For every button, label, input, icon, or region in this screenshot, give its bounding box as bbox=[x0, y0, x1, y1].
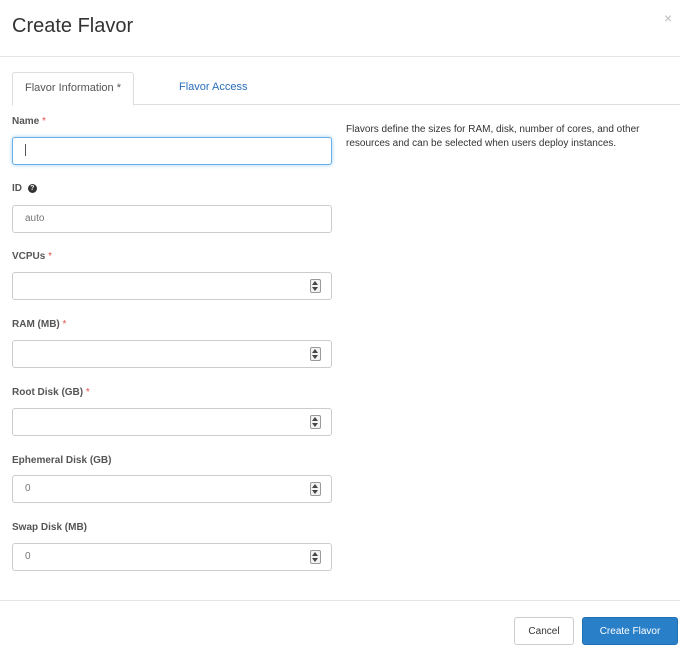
root-disk-input[interactable] bbox=[12, 408, 332, 436]
stepper-up-icon[interactable] bbox=[312, 281, 318, 285]
ephemeral-disk-input[interactable]: 0 bbox=[12, 475, 332, 503]
root-disk-required-mark: * bbox=[85, 387, 90, 398]
stepper-down-icon[interactable] bbox=[312, 355, 318, 359]
ephemeral-disk-label: Ephemeral Disk (GB) bbox=[12, 455, 111, 466]
help-icon[interactable]: ? bbox=[27, 183, 37, 193]
id-value: auto bbox=[25, 213, 45, 224]
text-cursor bbox=[25, 144, 26, 157]
root-disk-stepper[interactable] bbox=[310, 415, 321, 429]
ephemeral-disk-label-text: Ephemeral Disk (GB) bbox=[12, 455, 112, 466]
ram-stepper[interactable] bbox=[310, 347, 321, 361]
stepper-down-icon[interactable] bbox=[312, 287, 318, 291]
ephemeral-disk-stepper[interactable] bbox=[310, 482, 321, 496]
ram-label: RAM (MB) * bbox=[12, 319, 66, 330]
swap-disk-label: Swap Disk (MB) bbox=[12, 522, 87, 533]
stepper-down-icon[interactable] bbox=[312, 490, 318, 494]
vcpus-label: VCPUs * bbox=[12, 251, 52, 262]
ram-required-mark: * bbox=[62, 319, 67, 330]
ephemeral-disk-value: 0 bbox=[25, 483, 31, 494]
cancel-button[interactable]: Cancel bbox=[514, 617, 574, 645]
id-input[interactable]: auto bbox=[12, 205, 332, 233]
swap-disk-stepper[interactable] bbox=[310, 550, 321, 564]
vcpus-stepper[interactable] bbox=[310, 279, 321, 293]
vcpus-input[interactable] bbox=[12, 272, 332, 300]
name-input[interactable] bbox=[12, 137, 332, 165]
id-label-text: ID bbox=[12, 183, 22, 194]
root-disk-label: Root Disk (GB) * bbox=[12, 387, 90, 398]
name-label: Name * bbox=[12, 116, 46, 127]
swap-disk-value: 0 bbox=[25, 551, 31, 562]
tab-bar: Flavor Information * Flavor Access bbox=[12, 72, 680, 106]
tab-flavor-access[interactable]: Flavor Access bbox=[167, 72, 259, 103]
stepper-up-icon[interactable] bbox=[312, 349, 318, 353]
stepper-up-icon[interactable] bbox=[312, 417, 318, 421]
id-label: ID ? bbox=[12, 183, 37, 194]
tab-flavor-information[interactable]: Flavor Information * bbox=[12, 72, 134, 106]
root-disk-label-text: Root Disk (GB) bbox=[12, 387, 84, 398]
stepper-up-icon[interactable] bbox=[312, 484, 318, 488]
dialog-footer: Cancel Create Flavor bbox=[0, 600, 680, 647]
stepper-down-icon[interactable] bbox=[312, 423, 318, 427]
vcpus-label-text: VCPUs bbox=[12, 251, 46, 262]
name-required-mark: * bbox=[42, 116, 46, 127]
close-icon[interactable]: × bbox=[664, 10, 672, 26]
dialog-title: Create Flavor bbox=[12, 15, 134, 37]
stepper-up-icon[interactable] bbox=[312, 552, 318, 556]
stepper-down-icon[interactable] bbox=[312, 558, 318, 562]
help-text: Flavors define the sizes for RAM, disk, … bbox=[346, 124, 640, 149]
create-flavor-dialog: Create Flavor × Flavor Information * Fla… bbox=[0, 0, 680, 646]
dialog-header: Create Flavor × bbox=[0, 0, 680, 57]
swap-disk-label-text: Swap Disk (MB) bbox=[12, 522, 88, 533]
swap-disk-input[interactable]: 0 bbox=[12, 543, 332, 571]
ram-label-text: RAM (MB) bbox=[12, 319, 60, 330]
vcpus-required-mark: * bbox=[48, 251, 53, 262]
create-flavor-button[interactable]: Create Flavor bbox=[582, 617, 678, 645]
name-label-text: Name bbox=[12, 116, 40, 127]
ram-input[interactable] bbox=[12, 340, 332, 368]
